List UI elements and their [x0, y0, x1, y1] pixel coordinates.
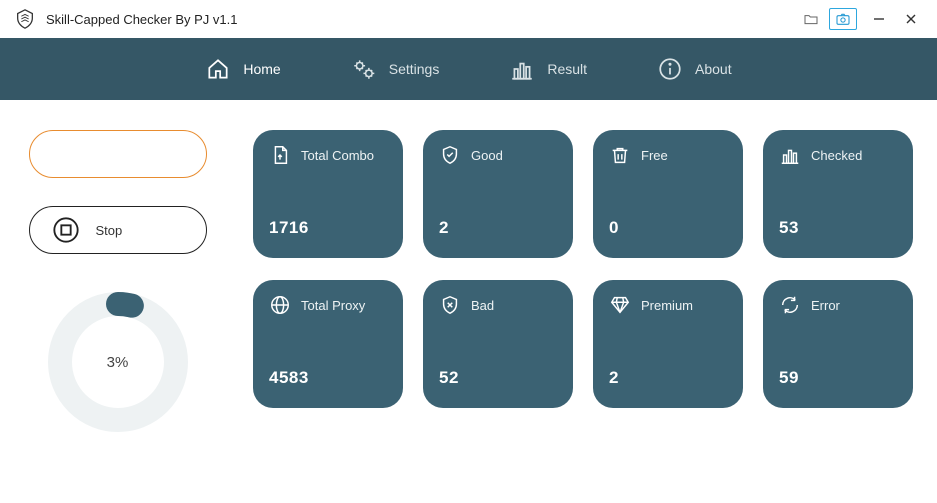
nav-home-label: Home [243, 61, 280, 77]
stop-button-label: Stop [96, 223, 123, 238]
progress-percent: 3% [107, 354, 129, 371]
card-label: Checked [811, 148, 862, 163]
card-label: Free [641, 148, 668, 163]
card-label: Total Combo [301, 148, 374, 163]
nav-settings[interactable]: Settings [351, 56, 440, 82]
shield-x-icon [439, 294, 461, 316]
titlebar: Skill-Capped Checker By PJ v1.1 [0, 0, 937, 38]
card-checked: Checked 53 [763, 130, 913, 258]
file-upload-icon [269, 144, 291, 166]
card-label: Premium [641, 298, 693, 313]
content: Stop 3% Total Combo 1716 Good 2 [0, 100, 937, 462]
shield-check-icon [439, 144, 461, 166]
bars-icon [509, 56, 535, 82]
card-free: Free 0 [593, 130, 743, 258]
card-bad: Bad 52 [423, 280, 573, 408]
trash-icon [609, 144, 631, 166]
minimize-button[interactable] [863, 6, 895, 32]
progress-donut: 3% [38, 282, 198, 442]
card-label: Error [811, 298, 840, 313]
close-button[interactable] [895, 6, 927, 32]
card-label: Total Proxy [301, 298, 365, 313]
stop-button[interactable]: Stop [29, 206, 207, 254]
app-logo-icon [14, 8, 36, 30]
navbar: Home Settings Result About [0, 38, 937, 100]
home-icon [205, 56, 231, 82]
play-icon [52, 140, 80, 168]
card-label: Bad [471, 298, 494, 313]
nav-about-label: About [695, 61, 732, 77]
card-value: 1716 [269, 218, 387, 238]
card-value: 0 [609, 218, 727, 238]
open-folder-button[interactable] [795, 6, 827, 32]
start-button[interactable] [29, 130, 207, 178]
info-icon [657, 56, 683, 82]
left-panel: Stop 3% [22, 130, 213, 442]
card-value: 53 [779, 218, 897, 238]
nav-settings-label: Settings [389, 61, 440, 77]
card-total-proxy: Total Proxy 4583 [253, 280, 403, 408]
app-title: Skill-Capped Checker By PJ v1.1 [46, 12, 237, 27]
gears-icon [351, 56, 377, 82]
nav-home[interactable]: Home [205, 56, 280, 82]
card-value: 52 [439, 368, 557, 388]
refresh-icon [779, 294, 801, 316]
stop-icon [52, 216, 80, 244]
card-value: 59 [779, 368, 897, 388]
globe-icon [269, 294, 291, 316]
chart-icon [779, 144, 801, 166]
card-value: 2 [439, 218, 557, 238]
card-premium: Premium 2 [593, 280, 743, 408]
nav-result[interactable]: Result [509, 56, 587, 82]
card-value: 2 [609, 368, 727, 388]
screenshot-button[interactable] [829, 8, 857, 30]
card-error: Error 59 [763, 280, 913, 408]
nav-result-label: Result [547, 61, 587, 77]
card-value: 4583 [269, 368, 387, 388]
stats-grid: Total Combo 1716 Good 2 Free 0 Checked 5… [253, 130, 913, 442]
diamond-icon [609, 294, 631, 316]
nav-about[interactable]: About [657, 56, 732, 82]
card-label: Good [471, 148, 503, 163]
card-good: Good 2 [423, 130, 573, 258]
card-total-combo: Total Combo 1716 [253, 130, 403, 258]
